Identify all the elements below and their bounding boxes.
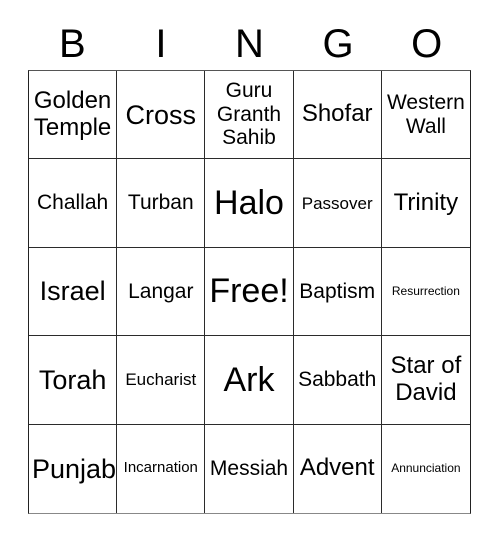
bingo-cell[interactable]: Ark	[205, 336, 294, 425]
bingo-cell-label: Israel	[39, 276, 106, 307]
bingo-cell[interactable]: Langar	[117, 247, 206, 337]
bingo-cell-free[interactable]: Free!	[205, 247, 294, 337]
bingo-cell-label: Torah	[38, 364, 107, 395]
bingo-header-letter-o: O	[411, 22, 443, 66]
bingo-header-letter-i: I	[155, 22, 167, 66]
bingo-cell[interactable]: Western Wall	[381, 71, 470, 160]
bingo-cell[interactable]: Resurrection	[381, 247, 470, 337]
bingo-cell-label: Challah	[36, 191, 109, 215]
bingo-grid: Golden Temple Cross Guru Granth Sahib Shofa…	[28, 70, 471, 514]
bingo-cell-label: Halo	[214, 184, 284, 223]
bingo-cell[interactable]: Annunciation	[381, 424, 470, 513]
bingo-cell[interactable]: Torah	[29, 336, 118, 425]
bingo-cell[interactable]: Challah	[29, 159, 118, 248]
bingo-cell[interactable]: Turban	[117, 159, 206, 248]
bingo-cell-label: Passover	[301, 193, 373, 213]
bingo-cell[interactable]: Israel	[29, 247, 118, 337]
bingo-cell-label: Free!	[209, 272, 289, 311]
bingo-cell[interactable]: Messiah	[205, 424, 294, 513]
bingo-cell-label: Cross	[125, 99, 197, 130]
bingo-header-letter-g: G	[322, 22, 354, 66]
bingo-cell-label: Baptism	[299, 279, 376, 303]
bingo-cell-label: Western Wall	[386, 91, 465, 138]
bingo-cell-label: Ark	[223, 360, 275, 399]
bingo-cell[interactable]: Incarnation	[117, 424, 206, 513]
bingo-cell-label: Shofar	[301, 100, 373, 128]
bingo-cell-label: Resurrection	[391, 283, 460, 298]
bingo-cell[interactable]: Trinity	[381, 159, 470, 248]
bingo-cell[interactable]: Guru Granth Sahib	[205, 71, 294, 160]
bingo-cell-label: Trinity	[393, 188, 459, 216]
bingo-cell-label: Advent	[299, 454, 375, 482]
bingo-cell-label: Sabbath	[298, 368, 377, 392]
bingo-cell-label: Eucharist	[125, 370, 197, 390]
bingo-header: BINGO	[28, 18, 471, 70]
bingo-header-letter-b: B	[58, 22, 86, 66]
bingo-cell[interactable]: Eucharist	[117, 336, 206, 425]
bingo-cell-label: Turban	[127, 191, 194, 215]
bingo-cell[interactable]: Shofar	[293, 71, 382, 160]
bingo-card: B I N G O Golden Temple Cross Guru Granth Sahi…	[0, 0, 500, 544]
bingo-cell[interactable]: Baptism	[293, 247, 382, 337]
bingo-cell[interactable]: Star of David	[381, 336, 470, 425]
bingo-cell-label: Star of David	[390, 352, 462, 406]
bingo-header-letter-n: N	[235, 22, 264, 66]
bingo-cell[interactable]: Passover	[293, 159, 382, 248]
bingo-cell-label: Guru Granth Sahib	[216, 79, 282, 150]
bingo-cell-label: Annunciation	[391, 461, 461, 476]
bingo-cell-label: Punjab	[32, 453, 117, 484]
bingo-cell-label: Incarnation	[123, 459, 198, 477]
bingo-cell[interactable]: Sabbath	[293, 336, 382, 425]
bingo-cell[interactable]: Advent	[293, 424, 382, 513]
bingo-cell[interactable]: Golden Temple	[29, 71, 118, 160]
bingo-cell[interactable]: Halo	[205, 159, 294, 248]
bingo-cell[interactable]: Punjab	[29, 424, 118, 513]
bingo-cell-label: Langar	[128, 279, 194, 303]
bingo-cell[interactable]: Cross	[117, 71, 206, 160]
bingo-cell-label: Golden Temple	[33, 86, 112, 141]
bingo-cell-label: Messiah	[209, 457, 289, 481]
